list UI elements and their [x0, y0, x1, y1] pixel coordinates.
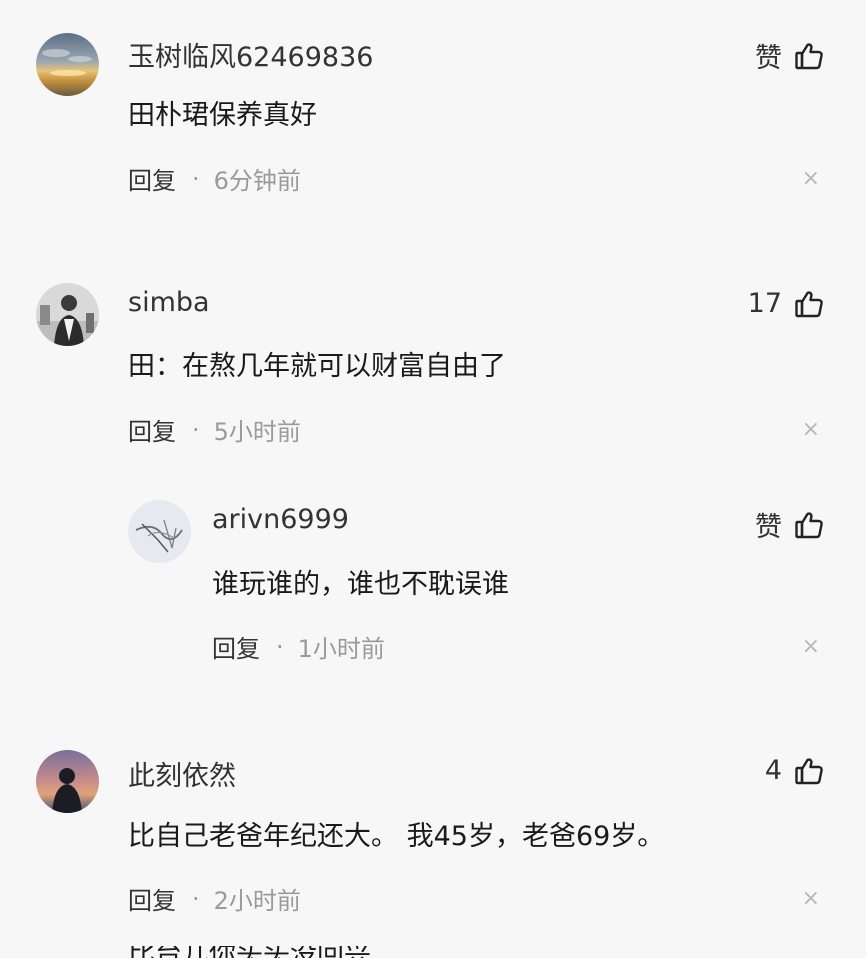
like-button[interactable]: 赞 [755, 505, 824, 544]
username[interactable]: arivn6999 [212, 504, 349, 535]
partial-comment-text: 比台儿你头头没回兴 [128, 946, 388, 958]
timestamp: 6分钟前 [213, 167, 301, 195]
like-button[interactable]: 17 [748, 288, 824, 319]
like-button[interactable]: 赞 [755, 36, 824, 75]
reply-button[interactable]: 回复 [212, 629, 260, 664]
thumbs-up-icon [794, 289, 824, 319]
username[interactable]: 此刻依然 [128, 754, 236, 793]
comment-meta: 回复 · 1小时前 [212, 629, 385, 664]
thumbs-up-icon [794, 510, 824, 540]
separator-dot: · [192, 415, 200, 444]
comment-text: 比自己老爸年纪还大。 我45岁，老爸69岁。 [128, 821, 665, 852]
separator-dot: · [192, 884, 200, 913]
comment-item: 此刻依然 4 比自己老爸年纪还大。 我45岁，老爸69岁。 回复 · 2小时前 … [0, 710, 866, 946]
cutoff-text: 比台儿你头头没回兴 [128, 946, 388, 958]
separator-dot: · [192, 164, 200, 193]
avatar[interactable] [128, 500, 191, 563]
timestamp: 1小时前 [297, 635, 385, 663]
like-count: 赞 [755, 43, 782, 74]
comment-item: simba 17 田：在熬几年就可以财富自由了 回复 · 5小时前 × [0, 260, 866, 480]
avatar[interactable] [36, 750, 99, 813]
thumbs-up-icon [794, 41, 824, 71]
close-icon[interactable]: × [802, 417, 820, 442]
username[interactable]: simba [128, 287, 210, 318]
username[interactable]: 玉树临风62469836 [128, 35, 373, 74]
comment-text: 田：在熬几年就可以财富自由了 [128, 351, 506, 382]
reply-button[interactable]: 回复 [128, 161, 176, 196]
comment-text: 田朴珺保养真好 [128, 100, 317, 131]
avatar[interactable] [36, 283, 99, 346]
avatar[interactable] [36, 33, 99, 96]
timestamp: 5小时前 [213, 418, 301, 446]
comment-meta: 回复 · 5小时前 [128, 412, 301, 447]
like-count: 4 [764, 755, 782, 786]
reply-comment-item: arivn6999 赞 谁玩谁的，谁也不耽误谁 回复 · 1小时前 × [0, 480, 866, 710]
reply-button[interactable]: 回复 [128, 412, 176, 447]
like-button[interactable]: 4 [765, 755, 824, 786]
separator-dot: · [276, 632, 284, 661]
comment-item: 玉树临风62469836 赞 田朴珺保养真好 回复 · 6分钟前 × [0, 0, 866, 240]
close-icon[interactable]: × [802, 166, 820, 191]
reply-button[interactable]: 回复 [128, 881, 176, 916]
comment-meta: 回复 · 2小时前 [128, 881, 301, 916]
comment-text: 谁玩谁的，谁也不耽误谁 [212, 569, 509, 600]
thumbs-up-icon [794, 756, 824, 786]
close-icon[interactable]: × [802, 886, 820, 911]
timestamp: 2小时前 [213, 887, 301, 915]
comment-meta: 回复 · 6分钟前 [128, 161, 301, 196]
close-icon[interactable]: × [802, 634, 820, 659]
like-count: 赞 [755, 512, 782, 543]
like-count: 17 [747, 288, 782, 319]
